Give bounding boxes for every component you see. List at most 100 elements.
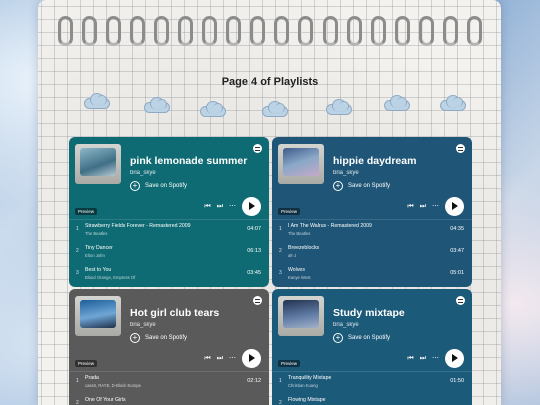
playlist-title: Hot girl club tears (130, 307, 220, 319)
cloud-decoration (326, 99, 352, 115)
track-name: Best to You (85, 267, 112, 273)
previous-track-icon[interactable]: ⏮ (204, 355, 210, 362)
save-label: Save on Spotify (348, 335, 391, 341)
preview-badge: Preview (278, 360, 301, 367)
track-number: 3 (279, 270, 282, 276)
track-row[interactable]: 2 Flowing Mixtape (272, 393, 472, 405)
spiral-ring (82, 16, 98, 46)
save-label: Save on Spotify (348, 183, 391, 189)
save-on-spotify-button[interactable]: + Save on Spotify (333, 333, 390, 343)
track-row[interactable]: 2 One Of Your Girls (69, 393, 269, 405)
more-options-icon[interactable]: ⋯ (432, 203, 439, 210)
next-track-icon[interactable]: ⏭ (420, 203, 426, 210)
track-duration: 05:01 (450, 270, 464, 276)
spiral-ring (202, 16, 218, 46)
save-on-spotify-button[interactable]: + Save on Spotify (130, 333, 187, 343)
track-row[interactable]: 1 Strawberry Fields Forever - Remastered … (69, 219, 269, 241)
track-artist: Elton John (85, 253, 105, 258)
spiral-ring (298, 16, 314, 46)
cloud-decoration (200, 101, 226, 117)
track-number: 2 (279, 248, 282, 254)
spiral-ring (466, 16, 482, 46)
spotify-logo-icon[interactable] (253, 144, 262, 153)
playlist-header: Study mixtape bria_skye + Save on Spotify… (272, 289, 472, 371)
playlist-title: Study mixtape (333, 307, 405, 319)
previous-track-icon[interactable]: ⏮ (204, 203, 210, 210)
track-row[interactable]: 2 Breezeblocks alt-J 03:47 (272, 241, 472, 263)
track-name: I Am The Walrus - Remastered 2009 (288, 223, 372, 229)
more-options-icon[interactable]: ⋯ (229, 203, 236, 210)
playlist-card[interactable]: Study mixtape bria_skye + Save on Spotify… (272, 289, 472, 405)
playlist-owner[interactable]: bria_skye (130, 170, 156, 176)
track-row[interactable]: 1 Prada cassö, RAYE, D-Block Europe 02:12 (69, 371, 269, 393)
next-track-icon[interactable]: ⏭ (217, 203, 223, 210)
spiral-ring (58, 16, 73, 46)
play-button[interactable] (445, 197, 464, 216)
track-duration: 01:50 (450, 378, 464, 384)
playlist-header: hippie daydream bria_skye + Save on Spoti… (272, 137, 472, 219)
track-row[interactable]: 1 Tranquility Mixtape Christian Kuang 01:50 (272, 371, 472, 393)
track-artist: alt-J (288, 253, 296, 258)
play-button[interactable] (242, 197, 261, 216)
track-artist: Kanye West (288, 275, 311, 280)
spiral-ring (322, 16, 338, 46)
spiral-ring (106, 16, 122, 46)
playlist-owner[interactable]: bria_skye (333, 322, 359, 328)
spiral-ring (154, 16, 170, 46)
track-row[interactable]: 3 Best to You Blood Orange, Empress Of 03:4… (69, 263, 269, 285)
playlist-card[interactable]: pink lemonade summer bria_skye + Save on … (69, 137, 269, 287)
spiral-binding (58, 14, 482, 54)
spiral-ring (178, 16, 194, 46)
next-track-icon[interactable]: ⏭ (217, 355, 223, 362)
track-artist: Blood Orange, Empress Of (85, 275, 136, 280)
track-duration: 02:12 (247, 378, 261, 384)
track-row[interactable]: 1 I Am The Walrus - Remastered 2009 The Be… (272, 219, 472, 241)
plus-circle-icon: + (130, 333, 140, 343)
spiral-ring (274, 16, 290, 46)
playlist-card[interactable]: hippie daydream bria_skye + Save on Spoti… (272, 137, 472, 287)
playlist-cover (75, 144, 121, 184)
previous-track-icon[interactable]: ⏮ (407, 355, 413, 362)
save-label: Save on Spotify (145, 335, 188, 341)
play-button[interactable] (445, 349, 464, 368)
spotify-logo-icon[interactable] (456, 144, 465, 153)
playlist-header: pink lemonade summer bria_skye + Save on … (69, 137, 269, 219)
playlist-header: Hot girl club tears bria_skye + Save on S… (69, 289, 269, 371)
track-duration: 04:07 (247, 226, 261, 232)
playlist-owner[interactable]: bria_skye (333, 170, 359, 176)
track-artist: Christian Kuang (288, 383, 318, 388)
track-row[interactable]: 2 Tiny Dancer Elton John 06:13 (69, 241, 269, 263)
track-number: 2 (76, 400, 79, 405)
preview-badge: Preview (278, 208, 301, 215)
spiral-ring (346, 16, 362, 46)
next-track-icon[interactable]: ⏭ (420, 355, 426, 362)
play-button[interactable] (242, 349, 261, 368)
save-label: Save on Spotify (145, 183, 188, 189)
track-duration: 06:13 (247, 248, 261, 254)
more-options-icon[interactable]: ⋯ (229, 355, 236, 362)
cloud-decoration (440, 95, 466, 111)
track-name: One Of Your Girls (85, 397, 126, 403)
spiral-ring (370, 16, 386, 46)
track-name: Tranquility Mixtape (288, 375, 332, 381)
page-title: Page 4 of Playlists (221, 76, 319, 88)
track-row[interactable]: 3 Wolves Kanye West 05:01 (272, 263, 472, 285)
cloud-decoration (144, 97, 170, 113)
track-list: 1 I Am The Walrus - Remastered 2009 The Be… (272, 219, 472, 285)
track-artist: The Beatles (288, 231, 311, 236)
track-list: 1 Tranquility Mixtape Christian Kuang 01:50… (272, 371, 472, 405)
playlist-owner[interactable]: bria_skye (130, 322, 156, 328)
player-controls: ⏮ ⏭ ⋯ (204, 197, 261, 216)
spotify-logo-icon[interactable] (456, 296, 465, 305)
track-name: Tiny Dancer (85, 245, 113, 251)
more-options-icon[interactable]: ⋯ (432, 355, 439, 362)
spotify-logo-icon[interactable] (253, 296, 262, 305)
track-number: 3 (76, 270, 79, 276)
player-controls: ⏮ ⏭ ⋯ (204, 349, 261, 368)
track-artist: The Beatles (85, 231, 108, 236)
save-on-spotify-button[interactable]: + Save on Spotify (130, 181, 187, 191)
previous-track-icon[interactable]: ⏮ (407, 203, 413, 210)
track-number: 2 (279, 400, 282, 405)
playlist-card[interactable]: Hot girl club tears bria_skye + Save on S… (69, 289, 269, 405)
save-on-spotify-button[interactable]: + Save on Spotify (333, 181, 390, 191)
